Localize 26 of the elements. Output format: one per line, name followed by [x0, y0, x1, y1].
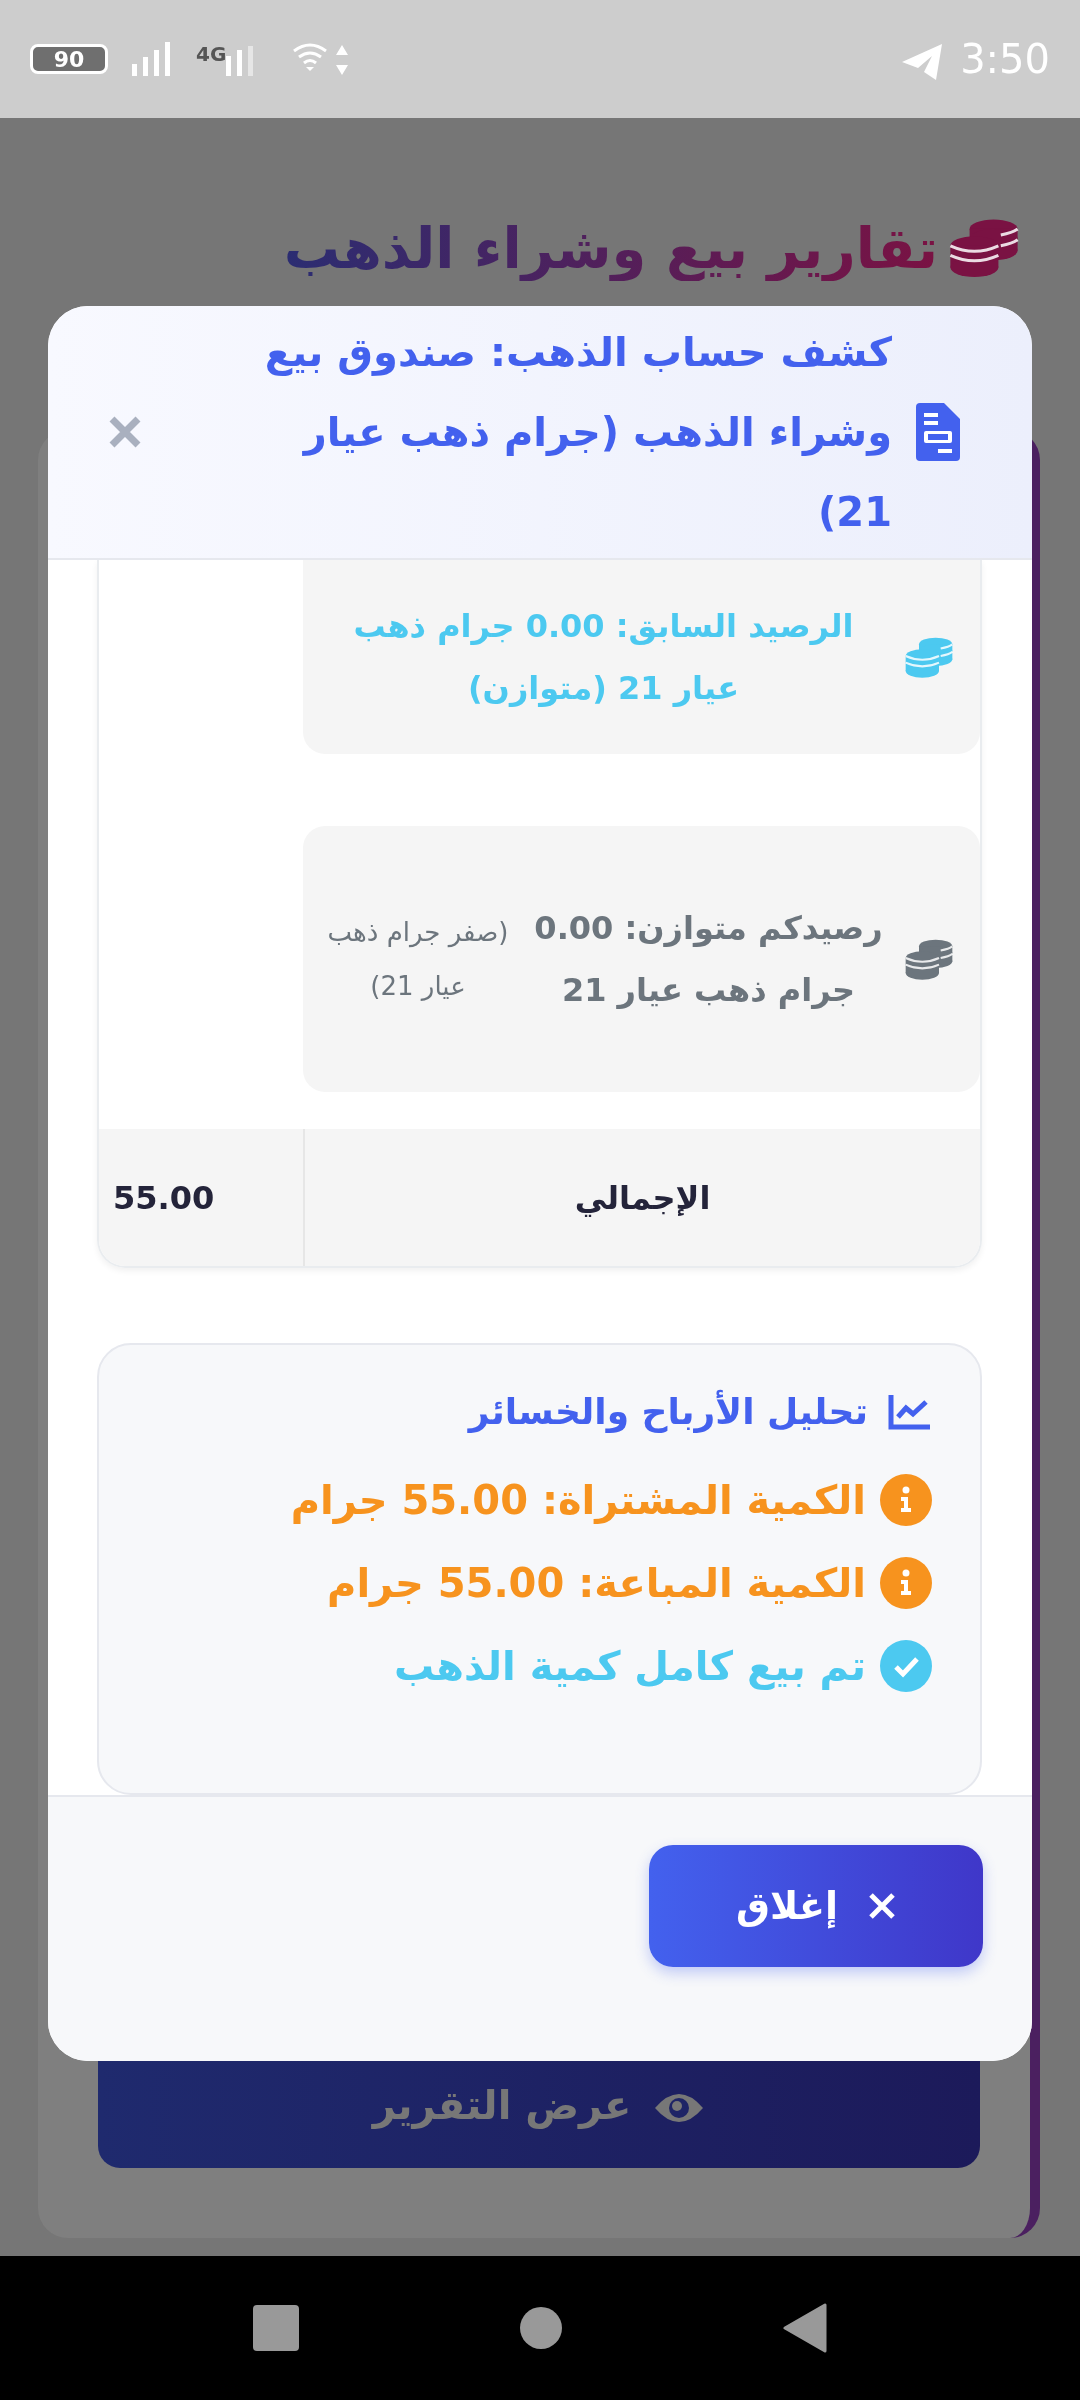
- total-value: 55.00: [112, 1177, 216, 1219]
- back-button[interactable]: [783, 2303, 827, 2353]
- analysis-line: تم بيع كامل كمية الذهب: [393, 1642, 866, 1689]
- analysis-line: الكمية المشتراة: 55.00 جرام: [290, 1476, 866, 1523]
- signal-icon: [132, 42, 172, 76]
- balance-text: رصيدكم متوازن: 0.00 جرام ذهب عيار 21: [533, 908, 884, 1011]
- balance-subtext: (صفر جرام ذهب عيار 21): [326, 916, 510, 1003]
- dialog-title: كشف حساب الذهب: صندوق بيع وشراء الذهب (جرام ذهب عيار 21): [263, 328, 892, 537]
- chart-icon: [888, 1392, 932, 1431]
- battery-icon: 90: [30, 44, 108, 74]
- check-icon: [880, 1639, 932, 1692]
- document-icon: [916, 403, 960, 461]
- coins-icon: [904, 937, 954, 981]
- network-indicator: 4G: [196, 42, 267, 76]
- close-button[interactable]: إغلاق: [649, 1845, 983, 1967]
- send-icon: [900, 42, 945, 82]
- analysis-line: الكمية المباعة: 55.00 جرام: [327, 1559, 866, 1606]
- close-icon: [867, 1892, 896, 1920]
- coins-icon: [948, 217, 1020, 279]
- balance-text: الرصيد السابق: 0.00 جرام ذهب عيار 21 (متوازن): [352, 606, 855, 709]
- info-icon: [880, 1473, 932, 1526]
- info-icon: [880, 1556, 932, 1609]
- home-button[interactable]: [519, 2306, 563, 2350]
- coins-icon: [904, 635, 954, 679]
- total-label: الإجمالي: [303, 1129, 980, 1266]
- analysis-title: تحليل الأرباح والخسائر: [468, 1391, 868, 1432]
